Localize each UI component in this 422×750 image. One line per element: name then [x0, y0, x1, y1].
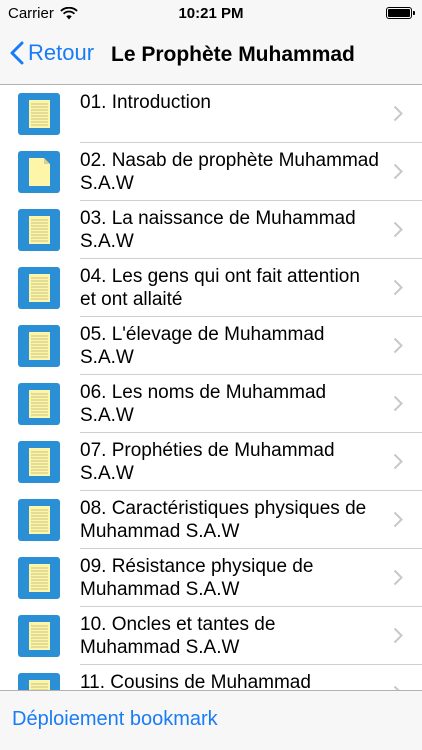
- list-item-title: 04. Les gens qui ont fait attention et o…: [80, 266, 360, 310]
- notebook-icon: [18, 499, 60, 541]
- notebook-icon: [18, 557, 60, 599]
- notebook-icon: [18, 267, 60, 309]
- bookmark-button[interactable]: Déploiement bookmark: [12, 708, 218, 731]
- list-item[interactable]: 01. Introduction: [0, 85, 422, 143]
- chevron-right-icon: [393, 511, 403, 528]
- document-icon: [18, 151, 60, 193]
- page-title: Le Prophète Muhammad: [111, 43, 355, 66]
- list-item[interactable]: 03. La naissance de Muhammad S.A.W: [0, 201, 422, 259]
- list-item-title: 06. Les noms de Muhammad S.A.W: [80, 382, 327, 426]
- notebook-icon: [18, 673, 60, 690]
- list-item-title: 01. Introduction: [80, 92, 211, 113]
- list-item[interactable]: 02. Nasab de prophète Muhammad S.A.W: [0, 143, 422, 201]
- list-item[interactable]: 04. Les gens qui ont fait attention et o…: [0, 259, 422, 317]
- chevron-right-icon: [393, 279, 403, 296]
- status-time: 10:21 PM: [178, 5, 244, 22]
- status-bar: Carrier 10:21 PM: [0, 0, 422, 28]
- notebook-icon: [18, 325, 60, 367]
- list-item[interactable]: 06. Les noms de Muhammad S.A.W: [0, 375, 422, 433]
- back-button[interactable]: Retour: [10, 40, 94, 66]
- chevron-right-icon: [393, 453, 403, 470]
- list-item-title: 03. La naissance de Muhammad S.A.W: [80, 208, 356, 252]
- notebook-icon: [18, 93, 60, 135]
- list-item-title: 07. Prophéties de Muhammad S.A.W: [80, 440, 335, 484]
- chevron-right-icon: [393, 395, 403, 412]
- list-item-title: 02. Nasab de prophète Muhammad S.A.W: [80, 150, 379, 194]
- list-item-title: 11. Cousins de Muhammad: [80, 672, 311, 690]
- list-item-title: 08. Caractéristiques physiques de Muhamm…: [80, 498, 367, 542]
- list-item[interactable]: 09. Résistance physique de Muhammad S.A.…: [0, 549, 422, 607]
- list-item[interactable]: 08. Caractéristiques physiques de Muhamm…: [0, 491, 422, 549]
- notebook-icon: [18, 209, 60, 251]
- chevron-right-icon: [393, 105, 403, 122]
- list-item-title: 10. Oncles et tantes de Muhammad S.A.W: [80, 614, 276, 658]
- back-label: Retour: [28, 40, 95, 65]
- battery-icon: [386, 7, 415, 19]
- chapter-list[interactable]: 01. Introduction 02. Nasab de prophète Mu…: [0, 85, 422, 690]
- navigation-bar: Retour Le Prophète Muhammad: [0, 28, 422, 85]
- chevron-right-icon: [393, 569, 403, 586]
- list-item[interactable]: 11. Cousins de Muhammad: [0, 665, 422, 690]
- list-item-title: 09. Résistance physique de Muhammad S.A.…: [80, 556, 314, 600]
- list-item[interactable]: 10. Oncles et tantes de Muhammad S.A.W: [0, 607, 422, 665]
- list-item-title: 05. L'élevage de Muhammad S.A.W: [80, 324, 325, 368]
- notebook-icon: [18, 615, 60, 657]
- list-item[interactable]: 05. L'élevage de Muhammad S.A.W: [0, 317, 422, 375]
- chevron-right-icon: [393, 627, 403, 644]
- notebook-icon: [18, 441, 60, 483]
- chevron-right-icon: [393, 337, 403, 354]
- notebook-icon: [18, 383, 60, 425]
- chevron-right-icon: [393, 163, 403, 180]
- bottom-toolbar: Déploiement bookmark: [0, 690, 422, 750]
- chevron-right-icon: [393, 221, 403, 238]
- chevron-left-icon: [10, 41, 24, 65]
- list-item[interactable]: 07. Prophéties de Muhammad S.A.W: [0, 433, 422, 491]
